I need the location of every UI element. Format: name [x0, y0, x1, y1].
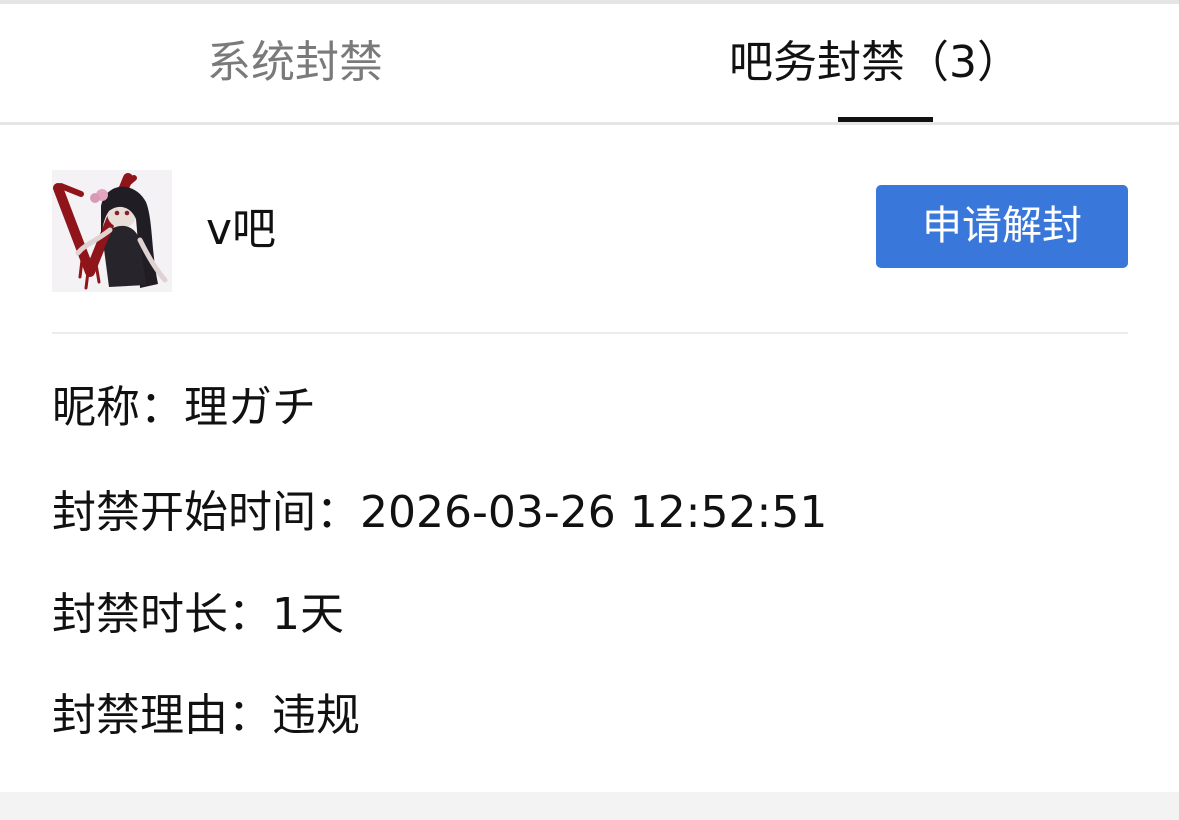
ban-reason-label: 封禁理由： [52, 690, 272, 741]
ban-start-time-value: 2026-03-26 12:52:51 [360, 487, 828, 538]
ban-record-page: 系统封禁 吧务封禁（3） v吧 申请解封 昵称：理ガチ 封禁开始时间：2026-… [0, 0, 1179, 820]
ban-duration-label: 封禁时长： [52, 589, 272, 640]
ban-duration-row: 封禁时长：1天 [52, 587, 344, 643]
ban-start-time-label: 封禁开始时间： [52, 487, 360, 538]
ban-card-header: v吧 申请解封 [52, 170, 1128, 294]
card-divider [52, 332, 1128, 334]
tab-system-ban[interactable]: 系统封禁 [140, 4, 450, 122]
ban-reason-value: 违规 [272, 690, 360, 741]
bottom-background [0, 792, 1179, 820]
forum-name[interactable]: v吧 [206, 202, 276, 258]
tab-forum-admin-ban[interactable]: 吧务封禁（3） [690, 4, 1060, 122]
ban-start-time-row: 封禁开始时间：2026-03-26 12:52:51 [52, 485, 827, 541]
tabs-divider [0, 122, 1179, 125]
nickname-label: 昵称： [52, 382, 184, 433]
nickname-row: 昵称：理ガチ [52, 380, 316, 436]
forum-avatar-image [52, 170, 172, 292]
nickname-value: 理ガチ [184, 382, 316, 433]
tab-bar: 系统封禁 吧务封禁（3） [0, 4, 1179, 122]
apply-unban-button[interactable]: 申请解封 [876, 185, 1128, 268]
ban-reason-row: 封禁理由：违规 [52, 688, 360, 744]
ban-duration-value: 1天 [272, 589, 344, 640]
